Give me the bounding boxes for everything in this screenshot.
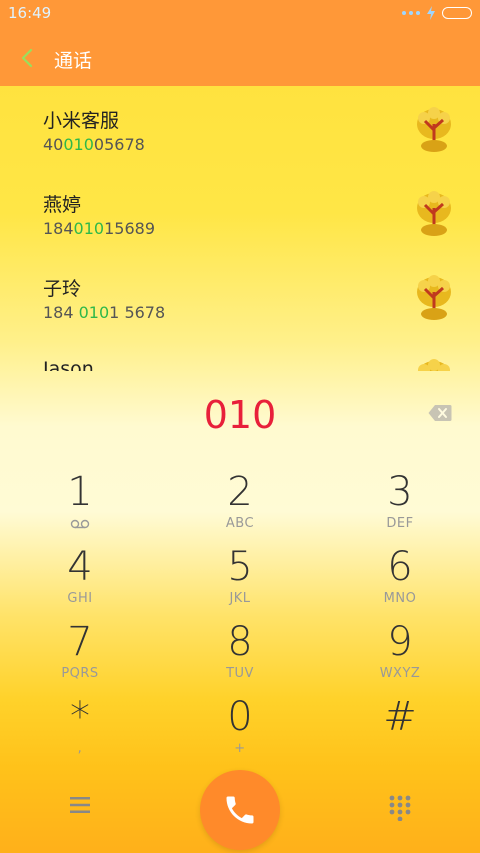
key-digit: 0 — [227, 694, 253, 740]
charging-icon — [427, 6, 435, 20]
key-digit: 3 — [387, 469, 413, 515]
page-title: 通话 — [54, 50, 93, 72]
key-letters: DEF — [386, 516, 414, 531]
voicemail-icon — [70, 519, 90, 529]
contact-item[interactable]: 小米客服 4001005678 — [0, 86, 480, 170]
key-1[interactable]: 1 — [30, 470, 130, 542]
call-button[interactable] — [200, 770, 280, 850]
key-letters: WXYZ — [379, 666, 421, 681]
contact-name: Jason — [43, 358, 94, 371]
key-letters: JKL — [229, 591, 251, 606]
contact-name: 子玲 — [43, 278, 82, 300]
contact-number: 18401015689 — [43, 219, 155, 238]
menu-icon[interactable] — [68, 795, 92, 815]
status-time: 16:49 — [8, 4, 52, 22]
app-bar: 通话 — [0, 30, 480, 86]
contact-item[interactable]: 子玲 184 0101 5678 — [0, 254, 480, 338]
contact-item[interactable]: Jason — [0, 338, 480, 371]
avatar-tree-icon — [417, 359, 451, 371]
key-9[interactable]: 9 WXYZ — [350, 620, 450, 692]
key-letters: ABC — [225, 516, 255, 531]
key-2[interactable]: 2 ABC — [190, 470, 290, 542]
status-indicators — [402, 6, 472, 20]
key-3[interactable]: 3 DEF — [350, 470, 450, 542]
contact-number: 4001005678 — [43, 135, 145, 154]
key-4[interactable]: 4 GHI — [30, 545, 130, 617]
key-letters: PQRS — [61, 666, 99, 681]
contact-item[interactable]: 燕婷 18401015689 — [0, 170, 480, 254]
bottom-bar — [0, 763, 480, 853]
key-letters: + — [234, 741, 246, 756]
key-digit: # — [383, 694, 417, 740]
key-8[interactable]: 8 TUV — [190, 620, 290, 692]
key-hash[interactable]: # — [350, 695, 450, 767]
avatar-tree-icon — [417, 275, 451, 320]
contact-name: 燕婷 — [43, 194, 82, 216]
status-bar: 16:49 — [0, 0, 480, 30]
key-digit: 9 — [387, 619, 413, 665]
key-star[interactable]: * , — [30, 695, 130, 767]
key-digit: 6 — [387, 544, 413, 590]
contact-number: 184 0101 5678 — [43, 303, 166, 322]
key-letters: GHI — [67, 591, 93, 606]
avatar-tree-icon — [417, 107, 451, 152]
battery-icon — [442, 7, 472, 19]
key-6[interactable]: 6 MNO — [350, 545, 450, 617]
key-letters: MNO — [383, 591, 417, 606]
backspace-icon[interactable] — [428, 403, 452, 423]
more-dots-icon — [402, 11, 420, 15]
key-0[interactable]: 0 + — [190, 695, 290, 767]
contact-name: 小米客服 — [43, 110, 120, 132]
key-digit: 5 — [227, 544, 253, 590]
key-digit: 1 — [67, 469, 93, 515]
back-chevron-icon[interactable] — [16, 46, 40, 70]
key-5[interactable]: 5 JKL — [190, 545, 290, 617]
dialed-number: 010 — [203, 393, 277, 437]
key-letters: TUV — [226, 666, 254, 681]
key-digit: 8 — [227, 619, 253, 665]
avatar-tree-icon — [417, 191, 451, 236]
dialpad-icon[interactable] — [388, 795, 412, 821]
key-digit: 2 — [227, 469, 253, 515]
key-digit: 7 — [67, 619, 93, 665]
key-7[interactable]: 7 PQRS — [30, 620, 130, 692]
contact-list: 小米客服 4001005678 燕婷 18401015689 子玲 184 01… — [0, 86, 480, 371]
phone-icon — [226, 796, 254, 824]
key-digit: 4 — [67, 544, 93, 590]
key-letters: , — [77, 741, 83, 756]
key-digit: * — [70, 694, 90, 740]
